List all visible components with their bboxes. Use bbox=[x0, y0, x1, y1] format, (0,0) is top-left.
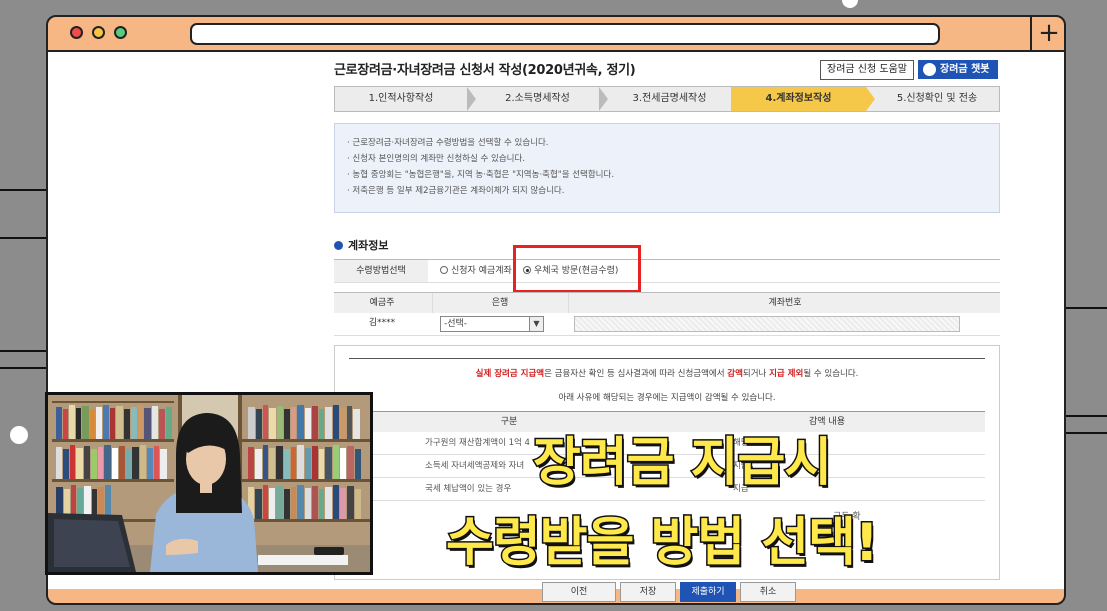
bank-select[interactable]: -선택- ▼ bbox=[440, 316, 544, 332]
header-account-number: 계좌번호 bbox=[568, 293, 1001, 313]
row-category: 소득세 자녀세액공제와 자녀 bbox=[425, 461, 525, 471]
maximize-window-button[interactable] bbox=[114, 26, 127, 39]
notice-subline: 아래 사유에 해당되는 경우에는 지급액이 감액될 수 있습니다. bbox=[558, 393, 776, 403]
tab-divider bbox=[1030, 17, 1032, 50]
highlight-box bbox=[513, 245, 641, 293]
notice-inner: 실제 장려금 지급액은 금융자산 확인 등 심사결과에 따라 신청금액에서 감액… bbox=[349, 358, 985, 522]
decor-line bbox=[1066, 432, 1107, 434]
header-bank: 은행 bbox=[432, 293, 567, 313]
decor-dot bbox=[842, 0, 858, 8]
webcam-overlay bbox=[45, 392, 373, 575]
row-category: 국세 체납액이 있는 경우 bbox=[425, 484, 512, 494]
chevron-down-icon: ▼ bbox=[529, 317, 543, 331]
info-line: · 근로장려금·자녀장려금 수령방법을 선택할 수 있습니다. bbox=[347, 138, 549, 148]
account-holder: 김**** bbox=[368, 318, 396, 328]
decor-line bbox=[1066, 307, 1107, 309]
bullet-icon bbox=[334, 241, 343, 250]
header-holder: 예금주 bbox=[369, 298, 395, 308]
page-title: 근로장려금·자녀장려금 신청서 작성(2020년귀속, 정기) bbox=[334, 63, 636, 78]
info-line: · 농협 중앙회는 "농협은행"을, 지역 농·축협은 "지역농·축협"을 선택… bbox=[347, 170, 615, 180]
address-bar[interactable] bbox=[190, 23, 940, 45]
radio-bank-account[interactable]: 신청자 예금계좌 bbox=[440, 264, 512, 278]
decor-line bbox=[0, 237, 46, 239]
chevron-right-icon bbox=[866, 87, 875, 111]
step-3[interactable]: 3.전세금명세작성 bbox=[608, 87, 731, 111]
decor-dot bbox=[10, 426, 28, 444]
account-number-input[interactable] bbox=[574, 316, 960, 332]
chatbot-icon bbox=[923, 63, 936, 76]
step-1[interactable]: 1.인적사항작성 bbox=[335, 87, 467, 111]
row-category: 가구원의 재산합계액이 1억 4 bbox=[425, 438, 530, 448]
info-text: 근로장려금·자녀장려금 수령방법을 선택할 수 있습니다. bbox=[352, 138, 549, 148]
notice-highlight: 지급 제외 bbox=[769, 369, 804, 379]
bank-select-value: -선택- bbox=[444, 319, 468, 329]
decor-line bbox=[1066, 415, 1107, 417]
info-box: · 근로장려금·자녀장려금 수령방법을 선택할 수 있습니다. · 신청자 본인… bbox=[334, 123, 1000, 213]
decor-line bbox=[0, 367, 46, 369]
account-table-header: 예금주 은행 계좌번호 bbox=[334, 292, 1000, 313]
notice-text: 은 금융자산 확인 등 심사결과에 따라 신청금액에서 bbox=[544, 369, 728, 379]
info-line: · 저축은행 등 일부 제2금융기관은 계좌이체가 되지 않습니다. bbox=[347, 186, 565, 196]
prev-button[interactable]: 이전 bbox=[542, 582, 616, 602]
method-row: 수령방법선택 신청자 예금계좌 우체국 방문(현금수령) bbox=[334, 259, 1000, 283]
notice-text: 되거나 bbox=[742, 369, 770, 379]
caption-line-1: 장려금 지급시 bbox=[531, 432, 833, 495]
radio-label: 신청자 예금계좌 bbox=[451, 266, 512, 276]
radio-icon bbox=[440, 266, 448, 274]
step-4[interactable]: 4.계좌정보작성 bbox=[731, 87, 866, 111]
decor-line bbox=[0, 350, 46, 352]
notice-line: 실제 장려금 지급액은 금융자산 확인 등 심사결과에 따라 신청금액에서 감액… bbox=[349, 367, 985, 379]
info-line: · 신청자 본인명의의 계좌만 신청하실 수 있습니다. bbox=[347, 154, 526, 164]
save-button[interactable]: 저장 bbox=[620, 582, 676, 602]
chatbot-button[interactable]: 장려금 챗봇 bbox=[918, 60, 998, 79]
chatbot-label: 장려금 챗봇 bbox=[940, 64, 990, 75]
info-text: 저축은행 등 일부 제2금융기관은 계좌이체가 되지 않습니다. bbox=[352, 186, 565, 196]
chevron-right-icon bbox=[467, 87, 476, 111]
section-title: 계좌정보 bbox=[334, 237, 388, 253]
step-5[interactable]: 5.신청확인 및 전송 bbox=[875, 87, 999, 111]
step-2[interactable]: 2.소득명세작성 bbox=[476, 87, 599, 111]
notice-highlight: 실제 장려금 지급액 bbox=[475, 369, 545, 379]
help-button[interactable]: 장려금 신청 도움말 bbox=[820, 60, 914, 80]
method-label: 수령방법선택 bbox=[334, 260, 428, 282]
minimize-window-button[interactable] bbox=[92, 26, 105, 39]
webcam-scene bbox=[48, 395, 370, 572]
browser-titlebar: + bbox=[48, 17, 1064, 52]
section-title-text: 계좌정보 bbox=[348, 239, 389, 252]
step-progress: 1.인적사항작성 2.소득명세작성 3.전세금명세작성 4.계좌정보작성 5.신… bbox=[334, 86, 1000, 112]
notice-highlight: 감액 bbox=[727, 369, 743, 379]
caption-line-2: 수령받을 방법 선택! bbox=[445, 512, 881, 575]
cancel-button[interactable]: 취소 bbox=[740, 582, 796, 602]
account-row: 김**** -선택- ▼ bbox=[334, 313, 1000, 336]
info-text: 신청자 본인명의의 계좌만 신청하실 수 있습니다. bbox=[352, 154, 526, 164]
new-tab-button[interactable]: + bbox=[1036, 18, 1062, 48]
decor-line bbox=[0, 189, 46, 191]
notice-text: 될 수 있습니다. bbox=[803, 369, 859, 379]
close-window-button[interactable] bbox=[70, 26, 83, 39]
submit-button[interactable]: 제출하기 bbox=[680, 582, 736, 602]
chevron-right-icon bbox=[599, 87, 608, 111]
info-text: 농협 중앙회는 "농협은행"을, 지역 농·축협은 "지역농·축협"을 선택합니… bbox=[352, 170, 615, 180]
